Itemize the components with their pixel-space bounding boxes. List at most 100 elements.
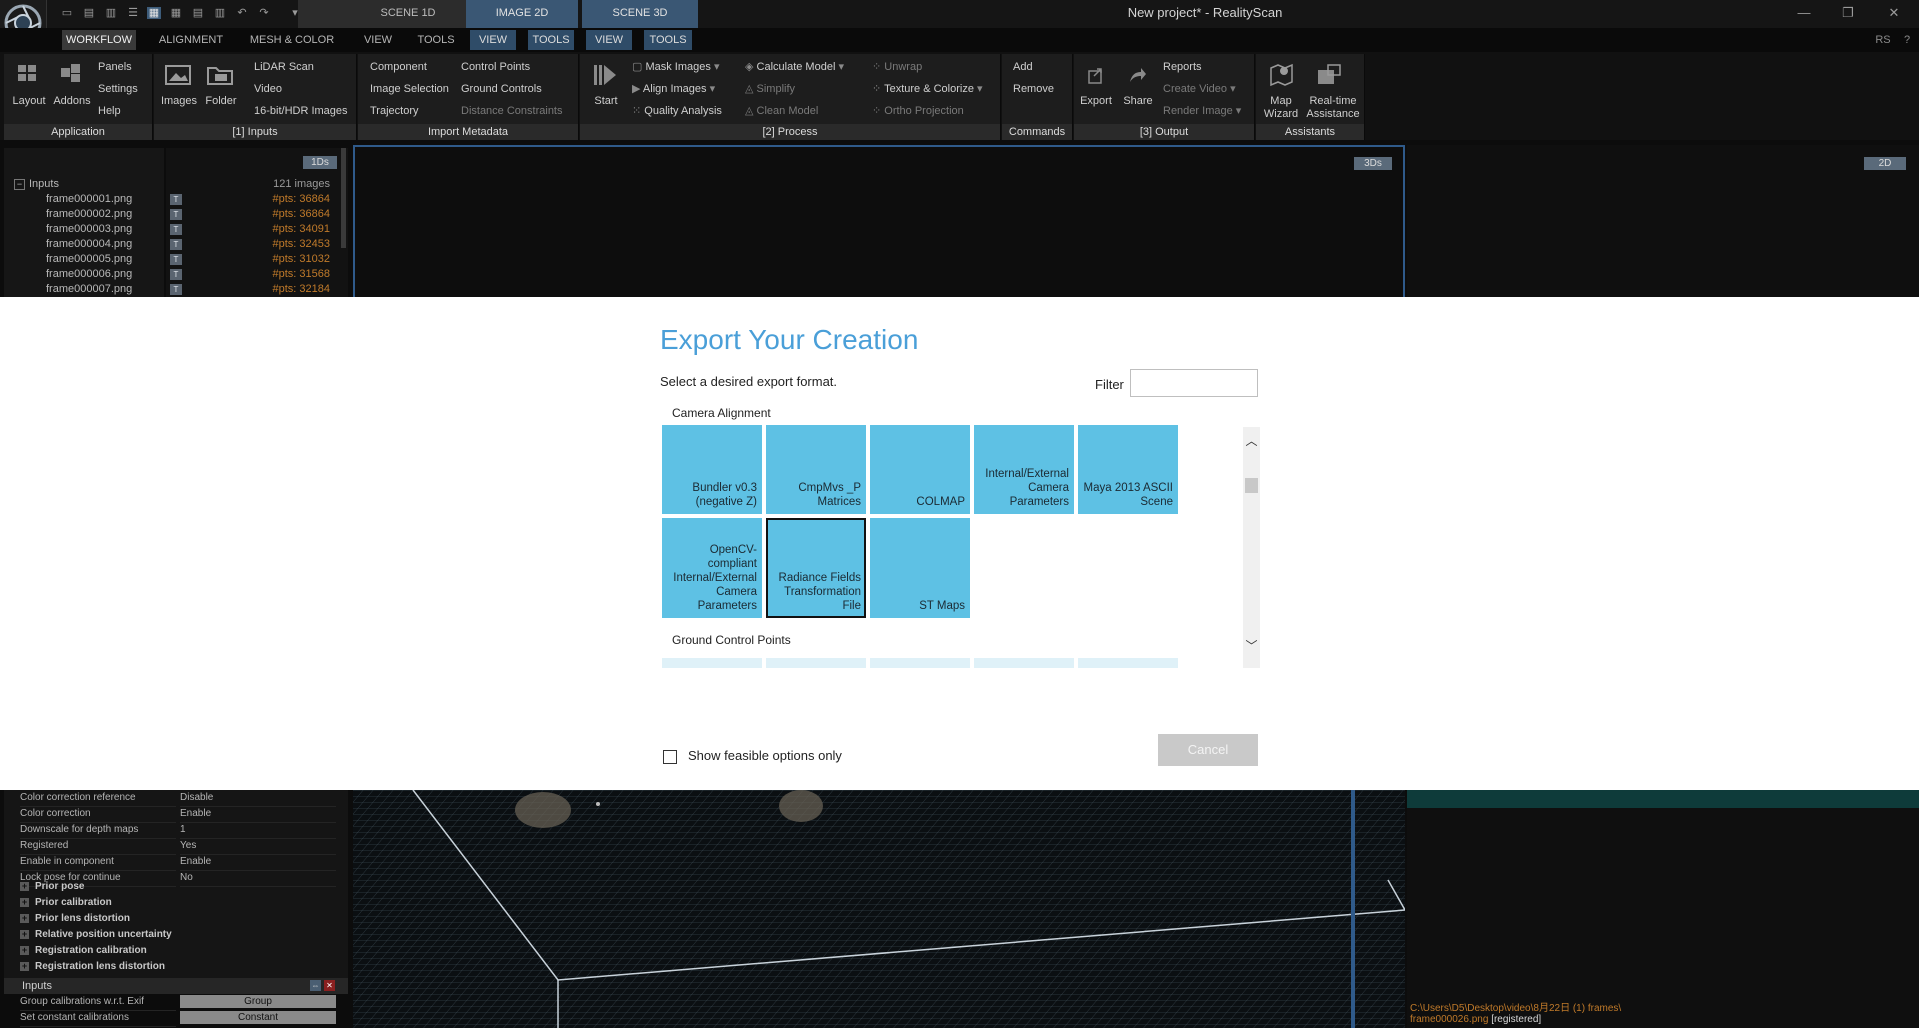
export-format-tile[interactable]: Bundler v0.3 (negative Z) (662, 425, 762, 514)
pin-icon[interactable]: ⇔ (310, 980, 321, 991)
images-button[interactable]: Images (158, 95, 200, 108)
property-section[interactable]: + Prior lens distortion (20, 911, 130, 927)
panel-scrollbar[interactable] (341, 148, 346, 248)
viewport-3d[interactable] (353, 790, 1405, 1028)
trajectory-button[interactable]: Trajectory (370, 105, 419, 118)
texture-tag-icon[interactable]: T (170, 269, 182, 280)
ground-controls-button[interactable]: Ground Controls (461, 83, 542, 96)
help-icon[interactable]: ? (1898, 30, 1916, 50)
layout-e-icon[interactable]: ▥ (213, 7, 227, 19)
file-row[interactable]: frame000005.png (46, 252, 132, 267)
texture-tag-icon[interactable]: T (170, 284, 182, 295)
property-value[interactable]: Enable (180, 806, 336, 823)
scroll-down-icon[interactable]: ﹀ (1243, 638, 1260, 654)
file-row[interactable]: frame000002.png (46, 207, 132, 222)
hdr-images-button[interactable]: 16-bit/HDR Images (254, 105, 348, 118)
tab-scene-3d[interactable]: SCENE 3D (582, 0, 698, 28)
menu-view-3d[interactable]: VIEW (586, 30, 632, 50)
show-feasible-checkbox[interactable] (663, 750, 677, 764)
tile-scrollbar[interactable] (1243, 427, 1260, 668)
realtime-assistance-button[interactable]: Real-time Assistance (1304, 95, 1362, 121)
viewport-2d-top[interactable] (1407, 145, 1919, 297)
new-project-icon[interactable]: ▭ (60, 7, 74, 19)
tile-partial[interactable] (870, 658, 970, 668)
save-project-icon[interactable]: ▥ (104, 7, 118, 19)
tile-partial[interactable] (662, 658, 762, 668)
texture-tag-icon[interactable]: T (170, 209, 182, 220)
simplify-button[interactable]: ◬ Simplify (745, 83, 795, 96)
folder-button[interactable]: Folder (200, 95, 242, 108)
tree-root-inputs[interactable]: − Inputs (14, 177, 59, 192)
mask-images-button[interactable]: ▢ Mask Images ▾ (632, 61, 719, 74)
close-panel-icon[interactable]: ✕ (324, 980, 335, 991)
property-value[interactable]: No (180, 870, 336, 887)
menu-alignment[interactable]: ALIGNMENT (152, 30, 230, 50)
property-value[interactable]: Yes (180, 838, 336, 855)
export-format-tile[interactable]: Radiance Fields Transformation File (766, 518, 866, 618)
property-value[interactable]: 1 (180, 822, 336, 839)
footer-row-button[interactable]: Group (180, 995, 336, 1008)
create-video-button[interactable]: Create Video ▾ (1163, 83, 1236, 96)
calculate-model-button[interactable]: ◈ Calculate Model ▾ (745, 61, 844, 74)
property-section[interactable]: + Prior calibration (20, 895, 112, 911)
addons-button[interactable]: Addons (52, 95, 92, 108)
file-row[interactable]: frame000001.png (46, 192, 132, 207)
texture-colorize-button[interactable]: ⁘ Texture & Colorize ▾ (872, 83, 983, 96)
file-row[interactable]: frame000007.png (46, 282, 132, 297)
menu-view[interactable]: VIEW (356, 30, 400, 50)
cancel-button[interactable]: Cancel (1158, 734, 1258, 766)
align-images-button[interactable]: ▶ Align Images ▾ (632, 83, 715, 96)
unwrap-button[interactable]: ⁘ Unwrap (872, 61, 922, 74)
image-selection-button[interactable]: Image Selection (370, 83, 449, 96)
tile-partial[interactable] (1078, 658, 1178, 668)
file-row[interactable]: frame000004.png (46, 237, 132, 252)
lidar-scan-button[interactable]: LiDAR Scan (254, 61, 314, 74)
layout-b-icon[interactable]: ▦ (147, 7, 161, 19)
export-format-tile[interactable]: Maya 2013 ASCII Scene (1078, 425, 1178, 514)
layout-button[interactable]: Layout (10, 95, 48, 108)
tab-image-2d[interactable]: IMAGE 2D (466, 0, 578, 28)
scroll-up-icon[interactable]: ︿ (1243, 433, 1260, 449)
panels-button[interactable]: Panels (98, 61, 132, 74)
menu-tools[interactable]: TOOLS (412, 30, 460, 50)
clean-model-button[interactable]: ◬ Clean Model (745, 105, 818, 118)
ortho-projection-button[interactable]: ⁘ Ortho Projection (872, 105, 964, 118)
property-section[interactable]: + Relative position uncertainty (20, 927, 172, 943)
map-wizard-button[interactable]: Map Wizard (1260, 95, 1302, 121)
render-image-button[interactable]: Render Image ▾ (1163, 105, 1241, 118)
viewport-3d-top[interactable] (353, 145, 1405, 297)
scroll-thumb[interactable] (1245, 478, 1258, 493)
tile-partial[interactable] (974, 658, 1074, 668)
control-points-button[interactable]: Control Points (461, 61, 530, 74)
layout-a-icon[interactable]: ☰ (126, 7, 140, 19)
3ds-badge[interactable]: 3Ds (1354, 157, 1392, 170)
settings-button[interactable]: Settings (98, 83, 138, 96)
help-button[interactable]: Help (98, 105, 121, 118)
video-button[interactable]: Video (254, 83, 282, 96)
share-button[interactable]: Share (1120, 95, 1156, 108)
quality-analysis-button[interactable]: ⁙ Quality Analysis (632, 105, 722, 118)
menu-view-2d[interactable]: VIEW (470, 30, 516, 50)
texture-tag-icon[interactable]: T (170, 194, 182, 205)
export-format-tile[interactable]: Internal/External Camera Parameters (974, 425, 1074, 514)
property-value[interactable]: Enable (180, 854, 336, 871)
start-button[interactable]: Start (586, 95, 626, 108)
rs-badge[interactable]: RS (1870, 30, 1896, 50)
layout-d-icon[interactable]: ▤ (191, 7, 205, 19)
close-button[interactable]: ✕ (1874, 2, 1914, 24)
menu-mesh-color[interactable]: MESH & COLOR (246, 30, 338, 50)
file-row[interactable]: frame000003.png (46, 222, 132, 237)
property-section[interactable]: + Prior pose (20, 879, 84, 895)
redo-icon[interactable]: ↷ (257, 7, 271, 19)
texture-tag-icon[interactable]: T (170, 239, 182, 250)
footer-row-button[interactable]: Constant (180, 1011, 336, 1024)
property-section[interactable]: + Registration lens distortion (20, 959, 165, 975)
export-format-tile[interactable]: OpenCV-compliant Internal/External Camer… (662, 518, 762, 618)
texture-tag-icon[interactable]: T (170, 254, 182, 265)
1ds-badge[interactable]: 1Ds (303, 156, 337, 169)
export-format-tile[interactable]: ST Maps (870, 518, 970, 618)
image-panel[interactable] (1407, 808, 1919, 1028)
texture-tag-icon[interactable]: T (170, 224, 182, 235)
property-value[interactable]: Disable (180, 790, 336, 807)
export-format-tile[interactable]: CmpMvs _P Matrices (766, 425, 866, 514)
